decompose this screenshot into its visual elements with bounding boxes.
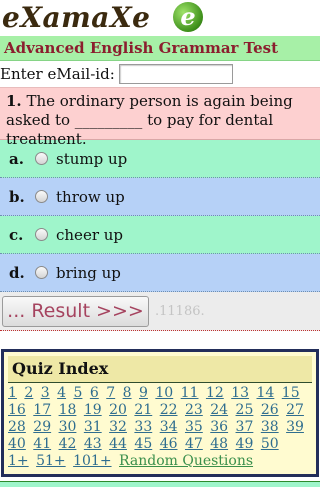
quiz-link[interactable]: 20 [109, 402, 127, 418]
quiz-link[interactable]: 36 [210, 419, 228, 435]
quiz-index-links: 1 2 3 4 5 6 7 8 9 10 11 12 13 14 15 16 1… [8, 385, 312, 470]
radio-button[interactable] [35, 190, 48, 203]
quiz-link[interactable]: 31 [84, 419, 102, 435]
quiz-link[interactable]: 5 [74, 385, 83, 401]
quiz-link[interactable]: 13 [231, 385, 249, 401]
quiz-link[interactable]: 23 [185, 402, 203, 418]
email-label: Enter eMail-id: [0, 65, 115, 83]
quiz-link[interactable]: 44 [109, 436, 127, 452]
radio-button[interactable] [35, 228, 48, 241]
quiz-link[interactable]: 43 [84, 436, 102, 452]
quiz-link[interactable]: 47 [185, 436, 203, 452]
option-b[interactable]: b. throw up [0, 178, 320, 216]
option-d[interactable]: d. bring up [0, 254, 320, 292]
option-text[interactable]: cheer up [56, 226, 123, 244]
quiz-link[interactable]: 45 [134, 436, 152, 452]
quiz-link[interactable]: 16 [8, 402, 26, 418]
site-logo-text[interactable]: eXamaXe [2, 1, 151, 34]
option-letter: c. [9, 225, 24, 244]
quiz-link[interactable]: 41 [33, 436, 51, 452]
quiz-link[interactable]: 49 [236, 436, 254, 452]
quiz-link[interactable]: 38 [261, 419, 279, 435]
quiz-link[interactable]: 1 [8, 385, 17, 401]
quiz-link[interactable]: 21 [134, 402, 152, 418]
quiz-link[interactable]: 48 [210, 436, 228, 452]
option-letter: a. [9, 149, 24, 168]
email-row: Enter eMail-id: [0, 61, 320, 87]
site-logo-icon[interactable]: e [173, 2, 203, 32]
quiz-link[interactable]: 39 [286, 419, 304, 435]
quiz-range-link[interactable]: 51+ [36, 453, 66, 469]
option-letter: b. [9, 187, 25, 206]
quiz-link[interactable]: 4 [57, 385, 66, 401]
quiz-index-title: Quiz Index [8, 356, 312, 383]
quiz-link[interactable]: 18 [59, 402, 77, 418]
quiz-link[interactable]: 3 [41, 385, 50, 401]
radio-button[interactable] [35, 266, 48, 279]
quiz-link[interactable]: 15 [282, 385, 300, 401]
quiz-link[interactable]: 37 [236, 419, 254, 435]
quiz-link[interactable]: 28 [8, 419, 26, 435]
spacer [0, 331, 320, 349]
quiz-link[interactable]: 7 [106, 385, 115, 401]
quiz-link[interactable]: 12 [206, 385, 224, 401]
quiz-link[interactable]: 33 [134, 419, 152, 435]
quiz-link[interactable]: 26 [261, 402, 279, 418]
quiz-link[interactable]: 32 [109, 419, 127, 435]
quiz-link[interactable]: 8 [123, 385, 132, 401]
quiz-link[interactable]: 27 [286, 402, 304, 418]
quiz-link[interactable]: 2 [24, 385, 33, 401]
option-text[interactable]: throw up [56, 188, 125, 206]
quiz-link[interactable]: 50 [261, 436, 279, 452]
result-button[interactable]: ... Result >>> [2, 295, 149, 327]
option-letter: d. [9, 263, 25, 282]
quiz-link[interactable]: 35 [185, 419, 203, 435]
quiz-link[interactable]: 14 [257, 385, 275, 401]
radio-button[interactable] [35, 152, 48, 165]
quiz-link[interactable]: 40 [8, 436, 26, 452]
bottom-strip [0, 481, 320, 487]
quiz-link[interactable]: 9 [139, 385, 148, 401]
visit-counter: .11186. [155, 303, 205, 319]
quiz-link[interactable]: 24 [210, 402, 228, 418]
page-title: Advanced English Grammar Test [0, 36, 320, 61]
quiz-link[interactable]: 30 [59, 419, 77, 435]
quiz-link[interactable]: 19 [84, 402, 102, 418]
quiz-link[interactable]: 6 [90, 385, 99, 401]
random-questions-link[interactable]: Random Questions [119, 453, 253, 469]
quiz-range-link[interactable]: 1+ [8, 453, 29, 469]
option-text[interactable]: stump up [56, 150, 127, 168]
quiz-link[interactable]: 11 [181, 385, 199, 401]
quiz-link[interactable]: 22 [160, 402, 178, 418]
option-text[interactable]: bring up [56, 264, 121, 282]
quiz-link[interactable]: 34 [160, 419, 178, 435]
header-logo-bar: eXamaXe e [0, 0, 320, 36]
quiz-link[interactable]: 46 [160, 436, 178, 452]
quiz-link[interactable]: 25 [236, 402, 254, 418]
quiz-range-link[interactable]: 101+ [73, 453, 111, 469]
quiz-link[interactable]: 29 [33, 419, 51, 435]
result-row: ... Result >>> .11186. [0, 292, 320, 331]
quiz-link[interactable]: 17 [33, 402, 51, 418]
email-field[interactable] [118, 64, 233, 84]
option-c[interactable]: c. cheer up [0, 216, 320, 254]
quiz-link[interactable]: 42 [59, 436, 77, 452]
question-number: 1. [6, 92, 22, 110]
question-box: 1. The ordinary person is again being as… [0, 87, 320, 148]
quiz-index-box: Quiz Index 1 2 3 4 5 6 7 8 9 10 11 12 13… [1, 349, 319, 477]
quiz-link[interactable]: 10 [155, 385, 173, 401]
